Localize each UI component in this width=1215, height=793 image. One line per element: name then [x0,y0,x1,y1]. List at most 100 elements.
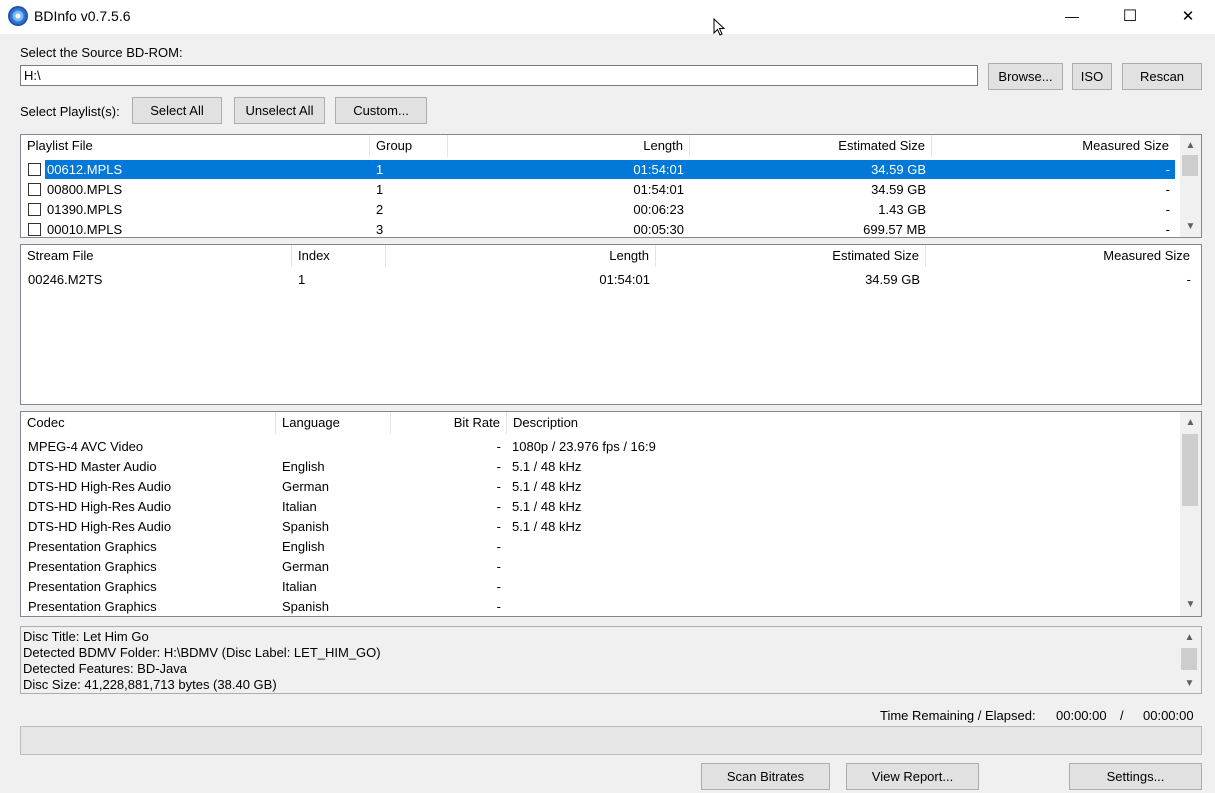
rescan-button[interactable]: Rescan [1122,63,1202,90]
codec-name: DTS-HD High-Res Audio [28,499,172,514]
disc-info-box[interactable]: Disc Title: Let Him Go Detected BDMV Fol… [20,626,1202,694]
header-index[interactable]: Index [292,245,386,267]
codec-language: German [282,559,329,574]
browse-button[interactable]: Browse... [988,63,1063,90]
codec-scrollbar[interactable]: ▲ ▼ [1180,412,1201,616]
playlist-list[interactable]: Playlist File Group Length Estimated Siz… [20,134,1202,238]
time-remaining-value: 00:00:00 [1056,708,1107,723]
codec-bit-rate: - [496,539,501,554]
scroll-thumb[interactable] [1182,155,1198,176]
header-bit-rate[interactable]: Bit Rate [391,412,507,434]
scroll-up-arrow-icon[interactable]: ▲ [1182,137,1199,154]
playlist-file: 01390.MPLS [47,202,123,217]
codec-name: Presentation Graphics [28,559,157,574]
stream-index: 1 [298,272,306,287]
header-codec[interactable]: Codec [21,412,276,434]
playlist-length: 00:05:30 [633,222,684,237]
progress-bar [20,726,1202,755]
playlist-file: 00612.MPLS [47,162,123,177]
playlist-checkbox[interactable] [28,223,41,236]
header-playlist-file[interactable]: Playlist File [21,135,370,157]
playlist-file: 00010.MPLS [47,222,123,237]
codec-bit-rate: - [496,559,501,574]
select-all-button[interactable]: Select All [132,97,222,124]
stream-file: 00246.M2TS [28,272,103,287]
scroll-down-arrow-icon[interactable]: ▼ [1181,675,1198,692]
header-description[interactable]: Description [507,412,1175,434]
playlist-measured-size: - [1165,202,1170,217]
playlist-checkbox[interactable] [28,203,41,216]
settings-button[interactable]: Settings... [1069,763,1202,790]
codec-bit-rate: - [496,599,501,614]
time-elapsed-value: 00:00:00 [1143,708,1194,723]
header-measured-size[interactable]: Measured Size [926,245,1196,267]
custom-button[interactable]: Custom... [335,97,427,124]
codec-name: Presentation Graphics [28,539,157,554]
codec-language: English [282,459,325,474]
minimize-button[interactable]: — [1043,0,1101,32]
mouse-cursor-icon [713,18,726,36]
header-length[interactable]: Length [448,135,690,157]
header-stream-file[interactable]: Stream File [21,245,292,267]
scroll-down-arrow-icon[interactable]: ▼ [1182,596,1199,613]
playlist-estimated-size: 34.59 GB [871,182,926,197]
codec-bit-rate: - [496,439,501,454]
header-group[interactable]: Group [370,135,448,157]
bluray-disc-icon [8,6,28,26]
playlist-estimated-size: 1.43 GB [878,202,926,217]
scroll-up-arrow-icon[interactable]: ▲ [1181,629,1198,646]
scroll-down-arrow-icon[interactable]: ▼ [1182,218,1199,235]
codec-description: 5.1 / 48 kHz [512,459,582,474]
playlist-measured-size: - [1165,222,1170,237]
codec-language: Spanish [282,519,329,534]
codec-language: Italian [282,579,317,594]
codec-name: Presentation Graphics [28,599,157,614]
playlist-measured-size: - [1165,162,1170,177]
select-playlists-label: Select Playlist(s): [20,104,120,119]
playlist-group: 1 [376,162,384,177]
unselect-all-button[interactable]: Unselect All [234,97,325,124]
scroll-thumb[interactable] [1181,648,1197,670]
codec-name: DTS-HD Master Audio [28,459,157,474]
codec-language: Italian [282,499,317,514]
codec-bit-rate: - [496,519,501,534]
codec-name: DTS-HD High-Res Audio [28,479,172,494]
detected-features-line: Detected Features: BD-Java [23,661,188,676]
playlist-estimated-size: 34.59 GB [871,162,926,177]
source-path-input[interactable]: H:\ [20,65,978,86]
playlist-file: 00800.MPLS [47,182,123,197]
playlist-checkbox[interactable] [28,183,41,196]
title-bar: BDInfo v0.7.5.6 — ☐ ✕ [0,0,1215,36]
time-remaining-label: Time Remaining / Elapsed: [880,708,1036,723]
playlist-length: 00:06:23 [633,202,684,217]
close-button[interactable]: ✕ [1159,0,1215,32]
stream-estimated-size: 34.59 GB [865,272,920,287]
header-estimated-size[interactable]: Estimated Size [656,245,926,267]
stream-list[interactable]: Stream File Index Length Estimated Size … [20,244,1202,405]
header-language[interactable]: Language [276,412,391,434]
disc-size-line: Disc Size: 41,228,881,713 bytes (38.40 G… [23,677,277,692]
scan-bitrates-button[interactable]: Scan Bitrates [701,763,830,790]
playlist-checkbox[interactable] [28,163,41,176]
header-measured-size[interactable]: Measured Size [932,135,1175,157]
codec-bit-rate: - [496,459,501,474]
playlist-group: 1 [376,182,384,197]
time-separator: / [1120,708,1124,723]
iso-button[interactable]: ISO [1072,63,1112,90]
scroll-thumb[interactable] [1182,434,1198,506]
stream-measured-size: - [1186,272,1191,287]
playlist-measured-size: - [1165,182,1170,197]
playlist-scrollbar[interactable]: ▲ ▼ [1180,135,1201,237]
codec-name: Presentation Graphics [28,579,157,594]
disc-info-scrollbar[interactable]: ▲ ▼ [1178,627,1201,693]
view-report-button[interactable]: View Report... [846,763,979,790]
disc-title-line: Disc Title: Let Him Go [23,629,149,644]
header-length[interactable]: Length [386,245,656,267]
codec-bit-rate: - [496,479,501,494]
header-estimated-size[interactable]: Estimated Size [690,135,932,157]
scroll-up-arrow-icon[interactable]: ▲ [1182,414,1199,431]
codec-list[interactable]: Codec Language Bit Rate Description MPEG… [20,411,1202,617]
codec-language: Spanish [282,599,329,614]
maximize-button[interactable]: ☐ [1101,0,1159,32]
codec-bit-rate: - [496,499,501,514]
